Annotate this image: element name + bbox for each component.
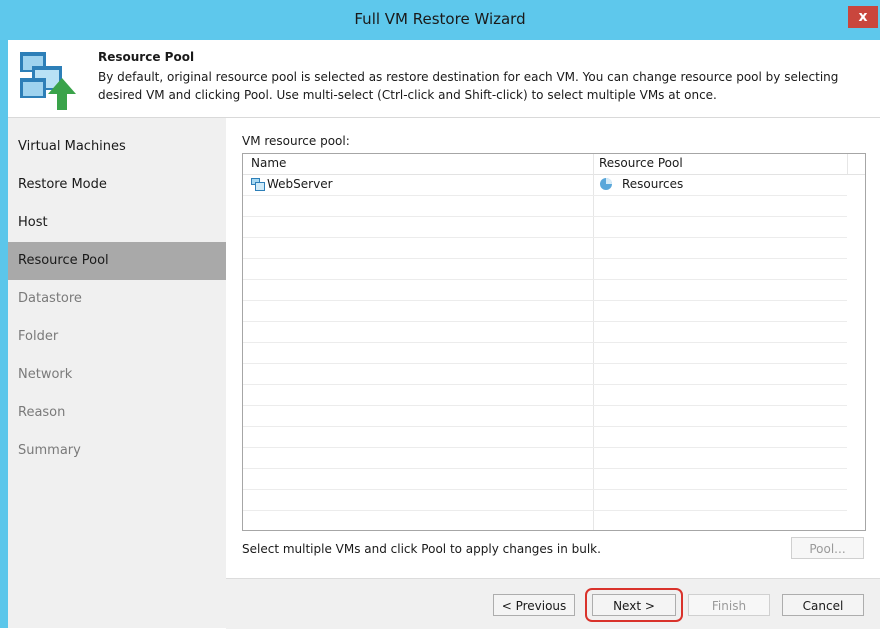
step-virtual-machines[interactable]: Virtual Machines	[8, 128, 226, 166]
table-row	[243, 238, 847, 259]
vm-resource-pool-label: VM resource pool:	[242, 134, 350, 148]
step-description: By default, original resource pool is se…	[98, 70, 839, 102]
previous-button[interactable]: < Previous	[493, 594, 575, 616]
wizard-footer: < Previous Next > Finish Cancel	[226, 578, 880, 629]
step-title: Resource Pool	[98, 50, 195, 64]
cancel-button[interactable]: Cancel	[782, 594, 864, 616]
step-summary: Summary	[18, 443, 81, 458]
table-row	[243, 490, 847, 511]
step-datastore: Datastore	[18, 291, 82, 306]
vm-pool-grid[interactable]: Name Resource Pool WebServer Resources	[242, 153, 866, 531]
vm-name: WebServer	[267, 177, 333, 191]
grid-header: Name Resource Pool	[243, 154, 865, 175]
title-bar: Full VM Restore Wizard x	[0, 0, 880, 40]
column-header-name[interactable]: Name	[251, 156, 286, 170]
vm-name-cell: WebServer	[251, 177, 333, 191]
resource-pool-cell: Resources	[599, 177, 683, 191]
table-row	[243, 469, 847, 490]
table-row	[243, 280, 847, 301]
table-row	[243, 406, 847, 427]
table-row	[243, 385, 847, 406]
table-row	[243, 427, 847, 448]
wizard-window: Full VM Restore Wizard x Resource Pool B…	[0, 0, 880, 629]
pool-button[interactable]: Pool...	[791, 537, 864, 559]
resource-pool-restore-icon	[20, 52, 76, 110]
step-host[interactable]: Host	[8, 204, 226, 242]
column-divider	[847, 154, 848, 174]
wizard-header: Resource Pool By default, original resou…	[8, 40, 880, 118]
resource-pool-icon	[600, 178, 612, 190]
window-title: Full VM Restore Wizard	[354, 10, 526, 28]
table-row	[243, 343, 847, 364]
main-panel: VM resource pool: Name Resource Pool Web…	[226, 118, 880, 578]
next-button[interactable]: Next >	[592, 594, 676, 616]
step-sidebar: Virtual Machines Restore Mode Host Resou…	[8, 118, 226, 628]
bulk-hint-text: Select multiple VMs and click Pool to ap…	[242, 542, 601, 556]
resource-pool-name: Resources	[622, 177, 684, 191]
step-folder: Folder	[18, 329, 59, 344]
table-row	[243, 322, 847, 343]
step-resource-pool[interactable]: Resource Pool	[8, 242, 226, 280]
table-row	[243, 196, 847, 217]
table-row	[243, 364, 847, 385]
wizard-client: Resource Pool By default, original resou…	[8, 40, 880, 629]
table-row	[243, 301, 847, 322]
table-row	[243, 259, 847, 280]
step-reason: Reason	[18, 405, 66, 420]
vm-icon	[251, 177, 265, 191]
table-row[interactable]: WebServer Resources	[243, 175, 847, 196]
column-header-resource-pool[interactable]: Resource Pool	[599, 156, 683, 170]
step-network: Network	[18, 367, 73, 382]
table-row	[243, 217, 847, 238]
finish-button[interactable]: Finish	[688, 594, 770, 616]
table-row	[243, 448, 847, 469]
close-button[interactable]: x	[848, 6, 878, 28]
step-restore-mode[interactable]: Restore Mode	[8, 166, 226, 204]
